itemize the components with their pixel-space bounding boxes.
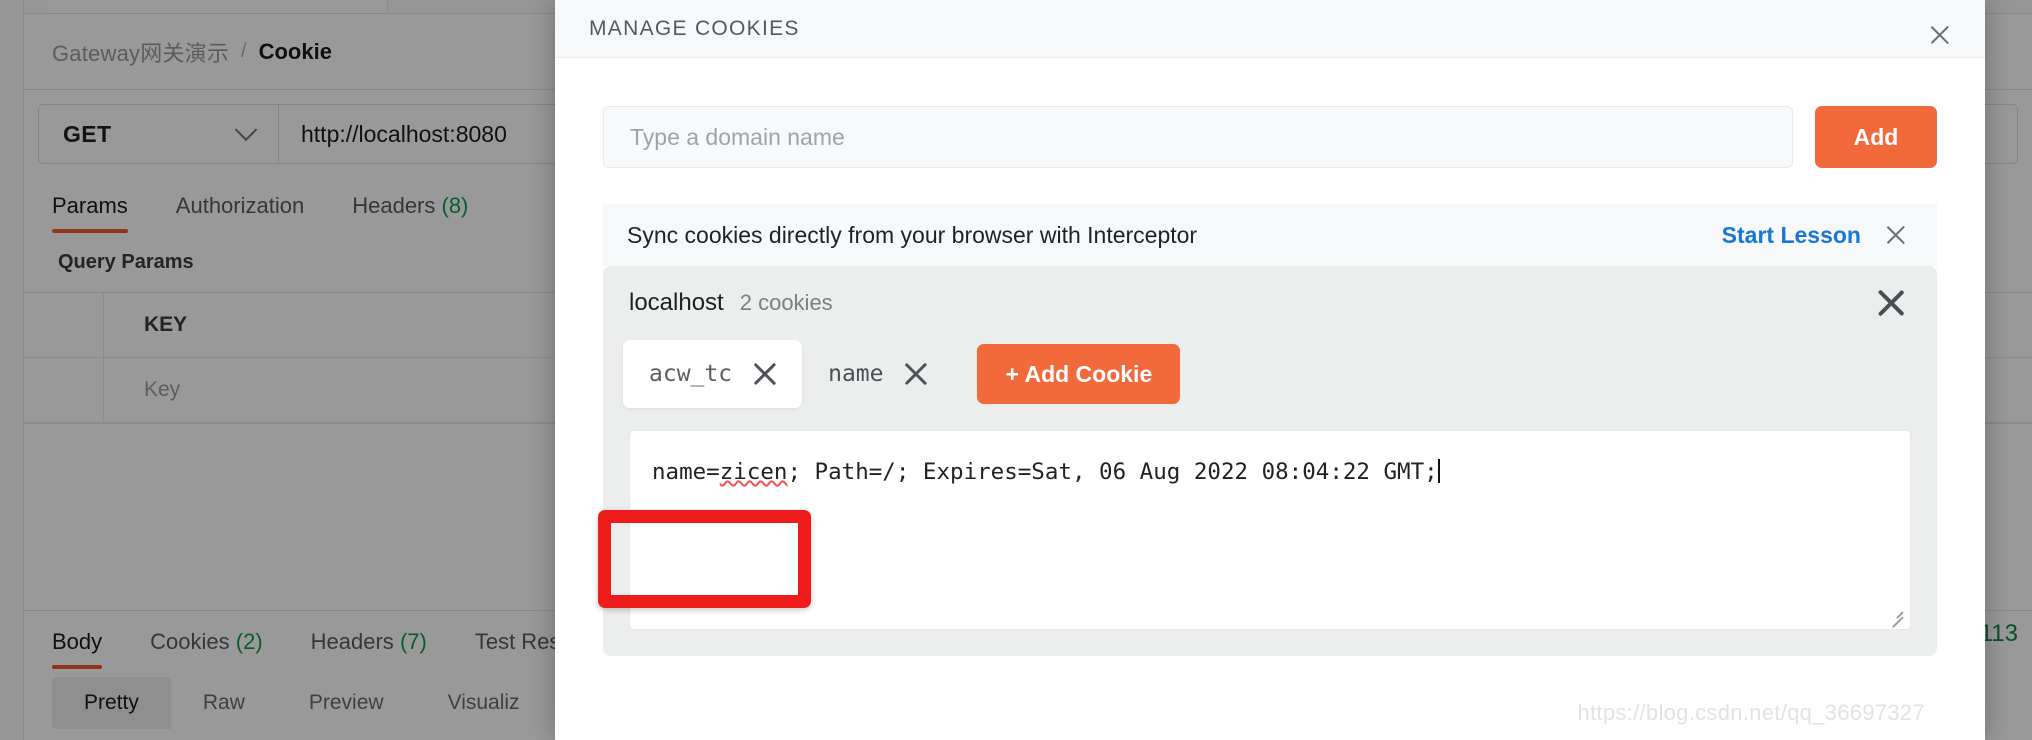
- domain-cookie-count: 2 cookies: [739, 290, 833, 315]
- cookie-chip-label: name: [828, 361, 884, 387]
- close-icon: [750, 359, 780, 389]
- domain-name-input[interactable]: [603, 106, 1793, 168]
- modal-title: MANAGE COOKIES: [589, 16, 800, 40]
- resize-handle-icon[interactable]: [1887, 604, 1904, 628]
- interceptor-close-button[interactable]: [1879, 218, 1913, 252]
- close-icon: [1919, 14, 1961, 56]
- add-domain-button[interactable]: Add: [1815, 106, 1937, 168]
- modal-close-button[interactable]: [1919, 14, 1961, 56]
- close-icon: [1871, 283, 1911, 323]
- cookie-remove-button[interactable]: [750, 359, 780, 389]
- modal-header: MANAGE COOKIES: [555, 0, 1985, 58]
- text-caret: [1437, 459, 1440, 483]
- interceptor-message: Sync cookies directly from your browser …: [627, 221, 1198, 248]
- domain-host-label: localhost: [629, 289, 724, 316]
- domain-remove-button[interactable]: [1871, 283, 1911, 323]
- cookie-editor-wrapper: name=zicen; Path=/; Expires=Sat, 06 Aug …: [603, 430, 1937, 656]
- add-cookie-button[interactable]: + Add Cookie: [977, 344, 1181, 404]
- screen-root: Gateway网关演示 / Cookie GET http://localhos…: [0, 0, 2032, 740]
- cookie-chip-label: acw_tc: [649, 361, 733, 387]
- modal-body: Add Sync cookies directly from your brow…: [555, 58, 1985, 656]
- cookie-prefix: name=: [652, 459, 720, 485]
- interceptor-banner: Sync cookies directly from your browser …: [603, 204, 1937, 266]
- close-icon: [901, 359, 931, 389]
- cookie-string-editor[interactable]: name=zicen; Path=/; Expires=Sat, 06 Aug …: [629, 430, 1911, 630]
- watermark-text: https://blog.csdn.net/qq_36697327: [1577, 700, 1925, 725]
- cookie-suffix: ; Path=/; Expires=Sat, 06 Aug 2022 08:04…: [787, 459, 1438, 485]
- add-domain-row: Add: [603, 106, 1937, 168]
- start-lesson-link[interactable]: Start Lesson: [1722, 222, 1861, 249]
- cookie-chip-name[interactable]: name: [802, 340, 953, 408]
- cookie-chip-acw_tc[interactable]: acw_tc: [623, 340, 803, 408]
- domain-card-localhost: localhost 2 cookies acw_tc name + Add Co…: [603, 266, 1937, 656]
- close-icon: [1879, 218, 1913, 252]
- manage-cookies-modal: MANAGE COOKIES Add Sync cookies directly…: [555, 0, 1985, 740]
- cookie-misspelled-value: zicen: [719, 459, 788, 485]
- cookie-remove-button[interactable]: [901, 359, 931, 389]
- cookie-chip-row: acw_tc name + Add Cookie: [603, 340, 1937, 430]
- domain-card-header: localhost 2 cookies: [603, 266, 1937, 340]
